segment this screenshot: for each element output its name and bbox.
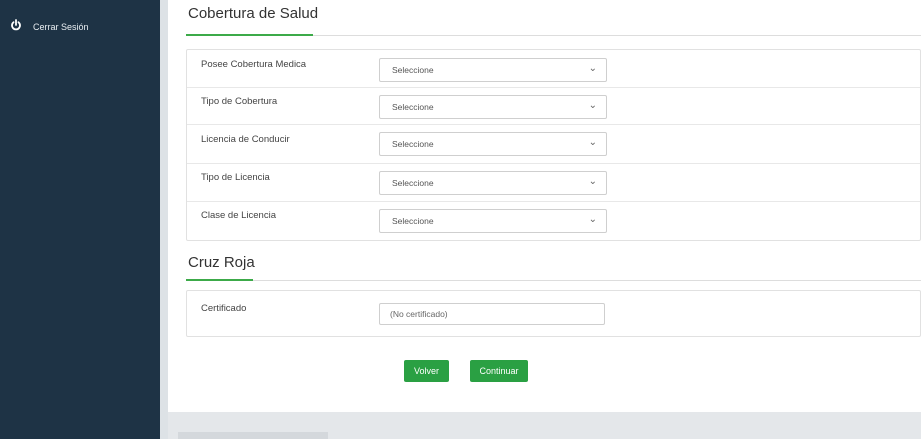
sidebar: Cerrar Sesión [0, 0, 160, 439]
form-row: Clase de Licencia Seleccione ⌄ [187, 201, 920, 240]
red-cross-panel: Certificado [186, 290, 921, 337]
footer-text [178, 432, 328, 439]
form-row: Tipo de Licencia Seleccione ⌄ [187, 163, 920, 202]
power-icon [10, 18, 22, 36]
row-label: Clase de Licencia [201, 210, 276, 221]
health-panel: Posee Cobertura Medica Seleccione ⌄ Tipo… [186, 49, 921, 241]
back-button[interactable]: Volver [404, 360, 449, 382]
row-label: Tipo de Licencia [201, 172, 270, 183]
chevron-down-icon: ⌄ [588, 63, 597, 74]
license-type-select[interactable]: Seleccione ⌄ [379, 171, 607, 195]
chevron-down-icon: ⌄ [588, 176, 597, 187]
medical-coverage-select[interactable]: Seleccione ⌄ [379, 58, 607, 82]
chevron-down-icon: ⌄ [588, 214, 597, 225]
health-title-underline [186, 34, 313, 36]
row-label: Tipo de Cobertura [201, 96, 278, 107]
form-row: Posee Cobertura Medica Seleccione ⌄ [187, 50, 920, 88]
red-cross-title-underline [186, 279, 253, 281]
select-value: Seleccione [392, 65, 434, 75]
chevron-down-icon: ⌄ [588, 100, 597, 111]
row-label: Posee Cobertura Medica [201, 59, 307, 70]
red-cross-title-divider [186, 280, 921, 281]
continue-button[interactable]: Continuar [470, 360, 528, 382]
select-value: Seleccione [392, 216, 434, 226]
form-row: Licencia de Conducir Seleccione ⌄ [187, 124, 920, 164]
certificate-label: Certificado [201, 303, 247, 314]
sidebar-divider [160, 0, 168, 439]
row-label: Licencia de Conducir [201, 134, 290, 145]
select-value: Seleccione [392, 139, 434, 149]
form-row: Tipo de Cobertura Seleccione ⌄ [187, 87, 920, 125]
select-value: Seleccione [392, 102, 434, 112]
certificate-field[interactable] [379, 303, 605, 325]
chevron-down-icon: ⌄ [588, 137, 597, 148]
red-cross-section-title: Cruz Roja [188, 254, 255, 271]
coverage-type-select[interactable]: Seleccione ⌄ [379, 95, 607, 119]
license-class-select[interactable]: Seleccione ⌄ [379, 209, 607, 233]
logout-label: Cerrar Sesión [33, 22, 89, 32]
bottom-strip [168, 412, 921, 439]
logout-button[interactable]: Cerrar Sesión [10, 17, 89, 37]
select-value: Seleccione [392, 178, 434, 188]
health-section-title: Cobertura de Salud [188, 5, 319, 22]
main-content: Cobertura de Salud Posee Cobertura Medic… [168, 0, 921, 412]
driver-license-select[interactable]: Seleccione ⌄ [379, 132, 607, 156]
